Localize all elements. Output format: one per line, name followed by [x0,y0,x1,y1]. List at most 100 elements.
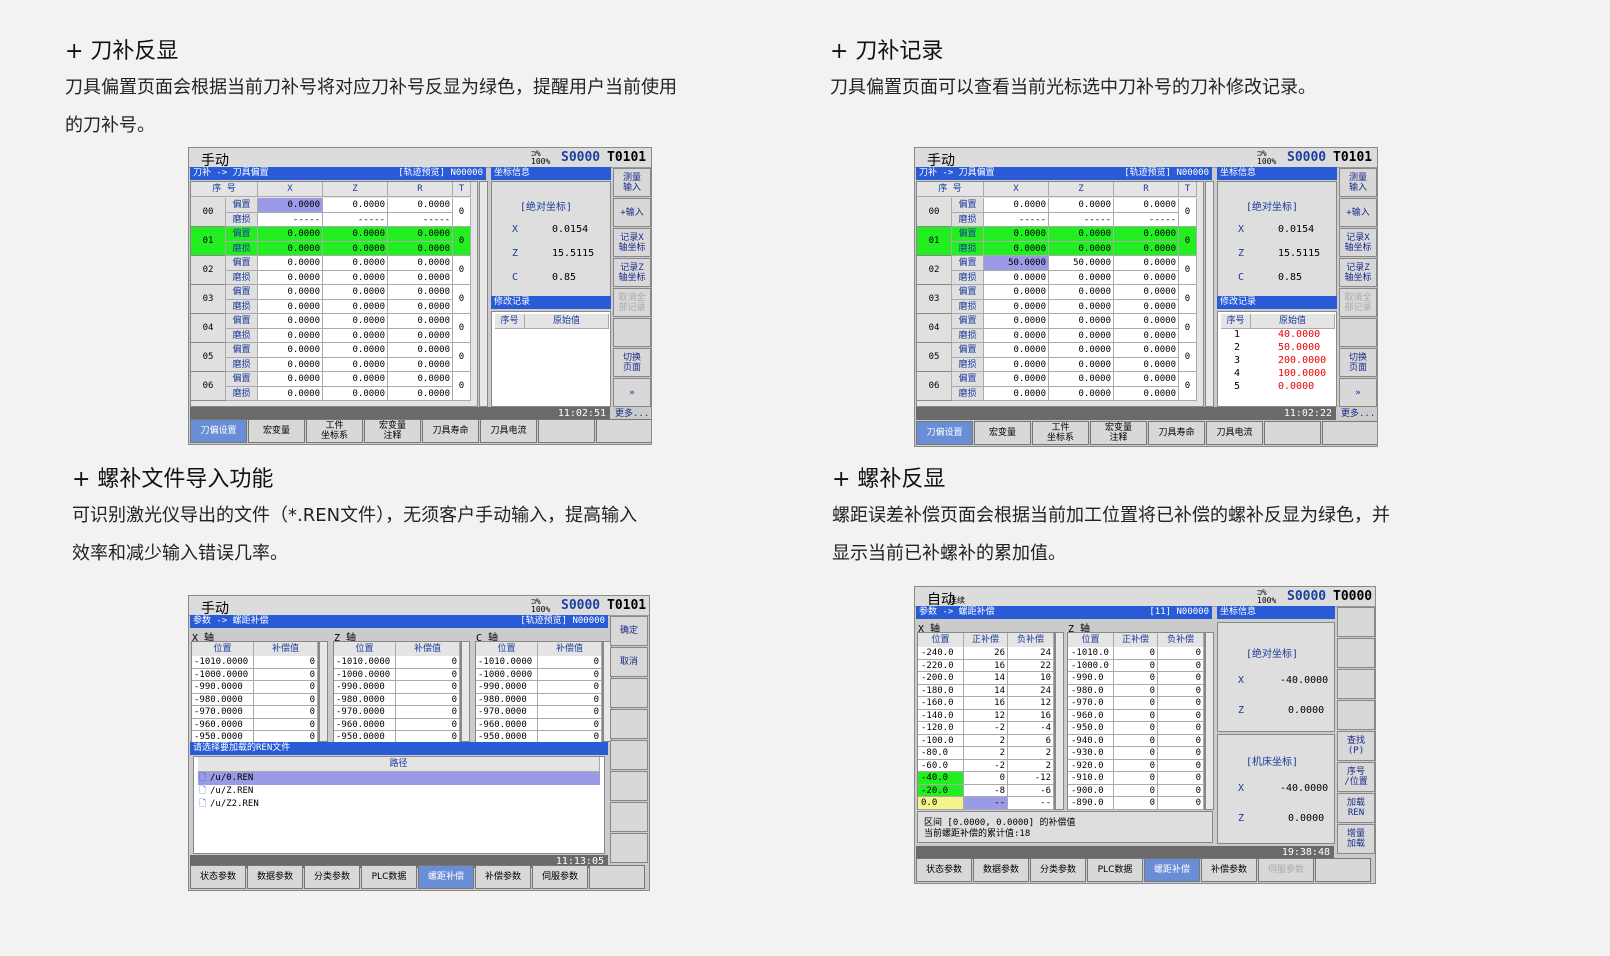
table-row[interactable]: 偏置 0.0000 0.0000 0.0000 [952,314,1179,329]
bottom-tab-2[interactable]: 宏变量 [248,419,305,443]
offset-value[interactable]: 0.0000 [1049,285,1114,300]
softkey-7[interactable]: 切换 页面 [1339,348,1377,377]
bottom-tab-5[interactable]: 刀具寿命 [1148,421,1205,445]
offset-value[interactable]: 0.0000 [258,270,323,285]
offset-value[interactable]: ----- [984,212,1049,227]
tool-number-cell[interactable]: 04 [917,314,952,343]
offset-value[interactable]: 0.0000 [323,299,388,314]
bottom-tab-6[interactable]: 补偿参数 [1201,858,1257,882]
softkey-1[interactable]: 确定 [610,616,648,646]
offset-value[interactable]: 0.0000 [258,343,323,358]
offset-value[interactable]: 0.0000 [1049,343,1114,358]
offset-value[interactable]: 0.0000 [984,299,1049,314]
bottom-tab-8[interactable] [589,865,645,889]
bottom-tab-3[interactable]: 工件 坐标系 [1032,421,1089,445]
vertical-scrollbar[interactable] [1205,632,1214,810]
offset-value[interactable]: 0.0000 [258,328,323,343]
offset-value[interactable]: 0.0000 [1114,299,1179,314]
tool-number-cell[interactable]: 02 [191,256,226,285]
softkey-7[interactable] [610,802,648,832]
softkey-7[interactable]: 切换 页面 [613,348,651,377]
bottom-tab-7[interactable]: 伺服参数 [532,865,588,889]
offset-value[interactable]: 0.0000 [323,314,388,329]
offset-value[interactable]: 0.0000 [388,270,453,285]
offset-value[interactable]: 0.0000 [1114,386,1179,401]
tool-number-cell[interactable]: 03 [917,285,952,314]
offset-value[interactable]: 0.0000 [1114,256,1179,271]
offset-value[interactable]: 0.0000 [258,198,323,213]
softkey-6[interactable]: 序号 /位置 [1337,762,1375,792]
softkey-4[interactable]: 记录Z 轴坐标 [1339,258,1377,287]
table-row[interactable]: 0.0 -- -- [918,797,1054,812]
bottom-tab-8[interactable] [1315,858,1371,882]
more-link[interactable]: 更多... [615,406,649,419]
offset-value[interactable]: 0.0000 [984,227,1049,242]
vertical-scrollbar[interactable] [479,181,488,407]
softkey-1[interactable] [1337,607,1375,637]
offset-value[interactable]: ----- [1114,212,1179,227]
table-row[interactable]: 磨损 0.0000 0.0000 0.0000 [952,328,1179,343]
offset-value[interactable]: 0.0000 [984,314,1049,329]
bottom-tab-5[interactable]: 螺距补偿 [418,865,474,889]
offset-value[interactable]: 0.0000 [258,372,323,387]
softkey-3[interactable] [610,678,648,708]
softkey-2[interactable]: +输入 [613,198,651,227]
offset-value[interactable]: 0.0000 [323,372,388,387]
bottom-tab-5[interactable]: 螺距补偿 [1144,858,1200,882]
tool-number-cell[interactable]: 01 [917,227,952,256]
offset-value[interactable]: 0.0000 [1049,227,1114,242]
softkey-4[interactable] [1337,700,1375,730]
offset-value[interactable]: 0.0000 [323,270,388,285]
bottom-tab-5[interactable]: 刀具寿命 [422,419,479,443]
offset-value[interactable]: 0.0000 [1114,227,1179,242]
offset-value[interactable]: ----- [388,212,453,227]
table-row[interactable]: 磨损 ----- ----- ----- [952,212,1179,227]
softkey-2[interactable] [1337,638,1375,668]
bottom-tab-2[interactable]: 数据参数 [973,858,1029,882]
bottom-tab-2[interactable]: 数据参数 [247,865,303,889]
table-row[interactable]: 偏置 0.0000 0.0000 0.0000 [226,314,453,329]
offset-value[interactable]: 0.0000 [388,241,453,256]
offset-value[interactable]: 0.0000 [258,256,323,271]
table-row[interactable]: 磨损 0.0000 0.0000 0.0000 [952,299,1179,314]
offset-value[interactable]: 0.0000 [1049,299,1114,314]
offset-value[interactable]: 0.0000 [258,357,323,372]
softkey-6[interactable] [613,318,651,347]
more-link[interactable]: 更多... [1341,406,1375,419]
softkey-3[interactable]: 记录X 轴坐标 [1339,228,1377,257]
offset-value[interactable]: 0.0000 [984,357,1049,372]
offset-value[interactable]: 0.0000 [1114,343,1179,358]
bottom-tab-4[interactable]: 宏变量 注释 [364,419,421,443]
bottom-tab-3[interactable]: 工件 坐标系 [306,419,363,443]
bottom-tab-6[interactable]: 刀具电流 [1206,421,1263,445]
table-row[interactable]: 磨损 0.0000 0.0000 0.0000 [226,386,453,401]
vertical-scrollbar[interactable] [461,641,470,742]
softkey-8[interactable]: 增量 加载 [1337,824,1375,854]
bottom-tab-4[interactable]: 宏变量 注释 [1090,421,1147,445]
offset-value[interactable]: 0.0000 [258,285,323,300]
offset-value[interactable]: 0.0000 [984,386,1049,401]
offset-value[interactable]: 0.0000 [1114,357,1179,372]
offset-value[interactable]: 0.0000 [258,386,323,401]
offset-value[interactable]: 0.0000 [323,285,388,300]
offset-value[interactable]: 0.0000 [388,256,453,271]
bottom-tab-8[interactable] [596,419,651,443]
offset-value[interactable]: 0.0000 [984,198,1049,213]
offset-value[interactable]: 0.0000 [323,357,388,372]
offset-value[interactable]: 0.0000 [1049,328,1114,343]
offset-value[interactable]: 0.0000 [388,198,453,213]
softkey-1[interactable]: 测量 输入 [613,168,651,197]
table-row[interactable]: 偏置 0.0000 0.0000 0.0000 [226,227,453,242]
bottom-tab-1[interactable]: 状态参数 [190,865,246,889]
offset-value[interactable]: 0.0000 [323,227,388,242]
offset-value[interactable]: 0.0000 [323,328,388,343]
softkey-4[interactable] [610,709,648,739]
bottom-tab-7[interactable] [1264,421,1321,445]
tool-number-cell[interactable]: 06 [191,372,226,401]
tool-number-cell[interactable]: 05 [191,343,226,372]
file-item[interactable]: 🗋/u/0.REN [198,772,600,785]
table-row[interactable]: 偏置 0.0000 0.0000 0.0000 [952,285,1179,300]
table-row[interactable]: 磨损 0.0000 0.0000 0.0000 [226,299,453,314]
bottom-tab-7[interactable] [538,419,595,443]
table-row[interactable]: 磨损 0.0000 0.0000 0.0000 [952,386,1179,401]
